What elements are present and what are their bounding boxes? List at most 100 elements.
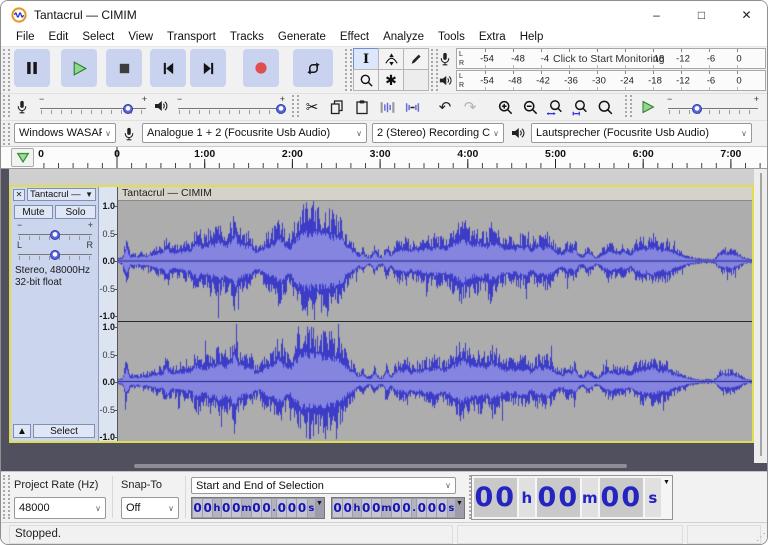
close-button[interactable]: ✕ <box>724 1 768 29</box>
solo-button[interactable]: Solo <box>55 205 96 219</box>
recording-device-select[interactable]: Analogue 1 + 2 (Focusrite Usb Audio)∨ <box>142 123 367 143</box>
zoom-tool-button[interactable] <box>353 69 379 91</box>
scale-tick <box>114 206 117 207</box>
time-unit: h <box>519 478 535 517</box>
skip-to-start-button[interactable] <box>150 49 186 87</box>
cut-button[interactable]: ✂ <box>300 95 324 119</box>
record-button[interactable] <box>243 49 279 87</box>
meter-db-label: 0 <box>736 75 741 86</box>
envelope-tool-button[interactable] <box>378 48 404 70</box>
maximize-button[interactable]: □ <box>679 1 724 29</box>
edit-toolbar-grabber[interactable] <box>292 95 299 117</box>
fit-selection-button[interactable] <box>543 95 567 119</box>
recording-volume-slider[interactable]: −+ <box>39 95 147 117</box>
playback-volume-slider[interactable]: −+ <box>177 95 285 117</box>
time-digit: 0 <box>277 499 286 517</box>
timeline-options-button[interactable] <box>11 148 34 167</box>
play-at-speed-grabber[interactable] <box>625 95 632 117</box>
loop-button[interactable] <box>293 49 333 87</box>
zoom-toggle-button[interactable] <box>593 95 617 119</box>
selection-start-field[interactable]: 00h00m00.000s▼ <box>191 497 325 519</box>
draw-tool-button[interactable] <box>403 48 429 70</box>
time-digit: 0 <box>392 499 401 517</box>
paste-button[interactable] <box>350 95 374 119</box>
gain-slider[interactable]: −+ <box>17 221 93 243</box>
playback-device-select[interactable]: Lautsprecher (Focusrite Usb Audio)∨ <box>531 123 752 143</box>
menu-select[interactable]: Select <box>75 29 121 46</box>
waveform-channel-right[interactable] <box>118 322 752 441</box>
play-speed-slider[interactable]: −+ <box>667 95 759 117</box>
menu-file[interactable]: File <box>9 29 42 46</box>
menu-tools[interactable]: Tools <box>431 29 472 46</box>
pause-button[interactable] <box>14 49 50 87</box>
multi-tool-button[interactable]: ✱ <box>378 69 404 91</box>
menu-extra[interactable]: Extra <box>472 29 513 46</box>
menu-help[interactable]: Help <box>513 29 551 46</box>
transport-toolbar-grabber[interactable] <box>3 49 10 91</box>
play-button[interactable] <box>61 49 97 87</box>
fit-project-button[interactable] <box>568 95 592 119</box>
skip-to-end-button[interactable] <box>190 49 226 87</box>
mixer-toolbar-grabber[interactable] <box>3 95 10 117</box>
selection-mode-select[interactable]: Start and End of Selection∨ <box>191 477 456 494</box>
collapse-track-button[interactable]: ▲ <box>13 424 31 438</box>
play-at-speed-button[interactable] <box>635 96 661 118</box>
selection-tool-button[interactable]: I <box>353 48 379 70</box>
recording-channels-select[interactable]: 2 (Stereo) Recording Chann∨ <box>372 123 504 143</box>
minimize-button[interactable]: – <box>634 1 679 29</box>
menu-tracks[interactable]: Tracks <box>223 29 271 46</box>
selection-end-field[interactable]: 00h00m00.000s▼ <box>331 497 465 519</box>
undo-button[interactable]: ↶ <box>433 95 457 119</box>
snap-to-select[interactable]: Off∨ <box>121 497 179 519</box>
time-digit: 0 <box>402 499 411 517</box>
waveform-channel-left[interactable] <box>118 201 752 321</box>
clip-area[interactable]: Tantacrul — CIMIM <box>118 187 752 441</box>
stop-button[interactable] <box>106 49 142 87</box>
trim-audio-button[interactable] <box>375 95 399 119</box>
track-select-button[interactable]: Select <box>33 424 95 438</box>
menu-effect[interactable]: Effect <box>333 29 376 46</box>
pencil-icon <box>409 52 423 66</box>
project-rate-select[interactable]: 48000∨ <box>14 497 106 519</box>
recording-meter[interactable]: LR -54-48-4Click to Start Monitoring18-1… <box>456 48 766 69</box>
clip-title-bar[interactable]: Tantacrul — CIMIM <box>118 187 752 201</box>
menu-view[interactable]: View <box>121 29 160 46</box>
record-meter-mic-button[interactable] <box>436 49 454 68</box>
monitor-prompt[interactable]: Click to Start Monitoring <box>553 53 664 65</box>
menu-transport[interactable]: Transport <box>160 29 223 46</box>
title-bar: Tantacrul — CIMIM – □ ✕ <box>1 1 768 29</box>
menu-analyze[interactable]: Analyze <box>376 29 431 46</box>
vertical-scrollbar[interactable] <box>754 169 768 463</box>
audio-track[interactable]: ✕ Tantacrul — ▼ Mute Solo −+ LR Stereo, … <box>9 185 754 443</box>
menu-edit[interactable]: Edit <box>42 29 76 46</box>
redo-button[interactable]: ↷ <box>458 95 482 119</box>
play-icon <box>71 60 88 77</box>
meter-db-label: -24 <box>620 75 634 86</box>
mute-button[interactable]: Mute <box>14 205 53 219</box>
playback-meter[interactable]: LR -54-48-42-36-30-24-18-12-60 <box>456 70 766 91</box>
track-title-menu[interactable]: Tantacrul — ▼ <box>27 188 96 201</box>
vertical-scale-ruler[interactable]: 1.00.50.0-0.5-1.01.00.50.0-0.5-1.0 <box>99 187 118 441</box>
pan-slider[interactable]: LR <box>17 241 93 263</box>
meter-db-label: -18 <box>648 75 662 86</box>
track-close-button[interactable]: ✕ <box>13 189 25 201</box>
track-view[interactable]: ✕ Tantacrul — ▼ Mute Solo −+ LR Stereo, … <box>1 169 768 471</box>
meter-db-label: -36 <box>564 75 578 86</box>
tools-toolbar-grabber[interactable] <box>345 49 352 91</box>
silence-audio-button[interactable] <box>400 95 424 119</box>
zoom-in-button[interactable] <box>493 95 517 119</box>
horizontal-scrollbar[interactable] <box>134 464 627 468</box>
meter-db-label: -12 <box>676 75 690 86</box>
timeline-ruler[interactable]: 001:002:003:004:005:006:007:00 <box>34 147 768 168</box>
menu-generate[interactable]: Generate <box>271 29 333 46</box>
play-meter-speaker-button[interactable] <box>436 71 454 90</box>
audio-host-select[interactable]: Windows WASAPI∨ <box>14 123 116 143</box>
audio-position-display[interactable]: 00h00m00s▼ <box>471 475 673 520</box>
resize-grip[interactable]: ⋰ <box>756 532 766 543</box>
device-toolbar-grabber[interactable] <box>3 123 10 145</box>
scrub-strip[interactable] <box>9 169 754 185</box>
copy-button[interactable] <box>325 95 349 119</box>
zoom-out-button[interactable] <box>518 95 542 119</box>
selection-toolbar-grabber[interactable] <box>3 475 10 519</box>
asterisk-icon: ✱ <box>385 72 397 89</box>
